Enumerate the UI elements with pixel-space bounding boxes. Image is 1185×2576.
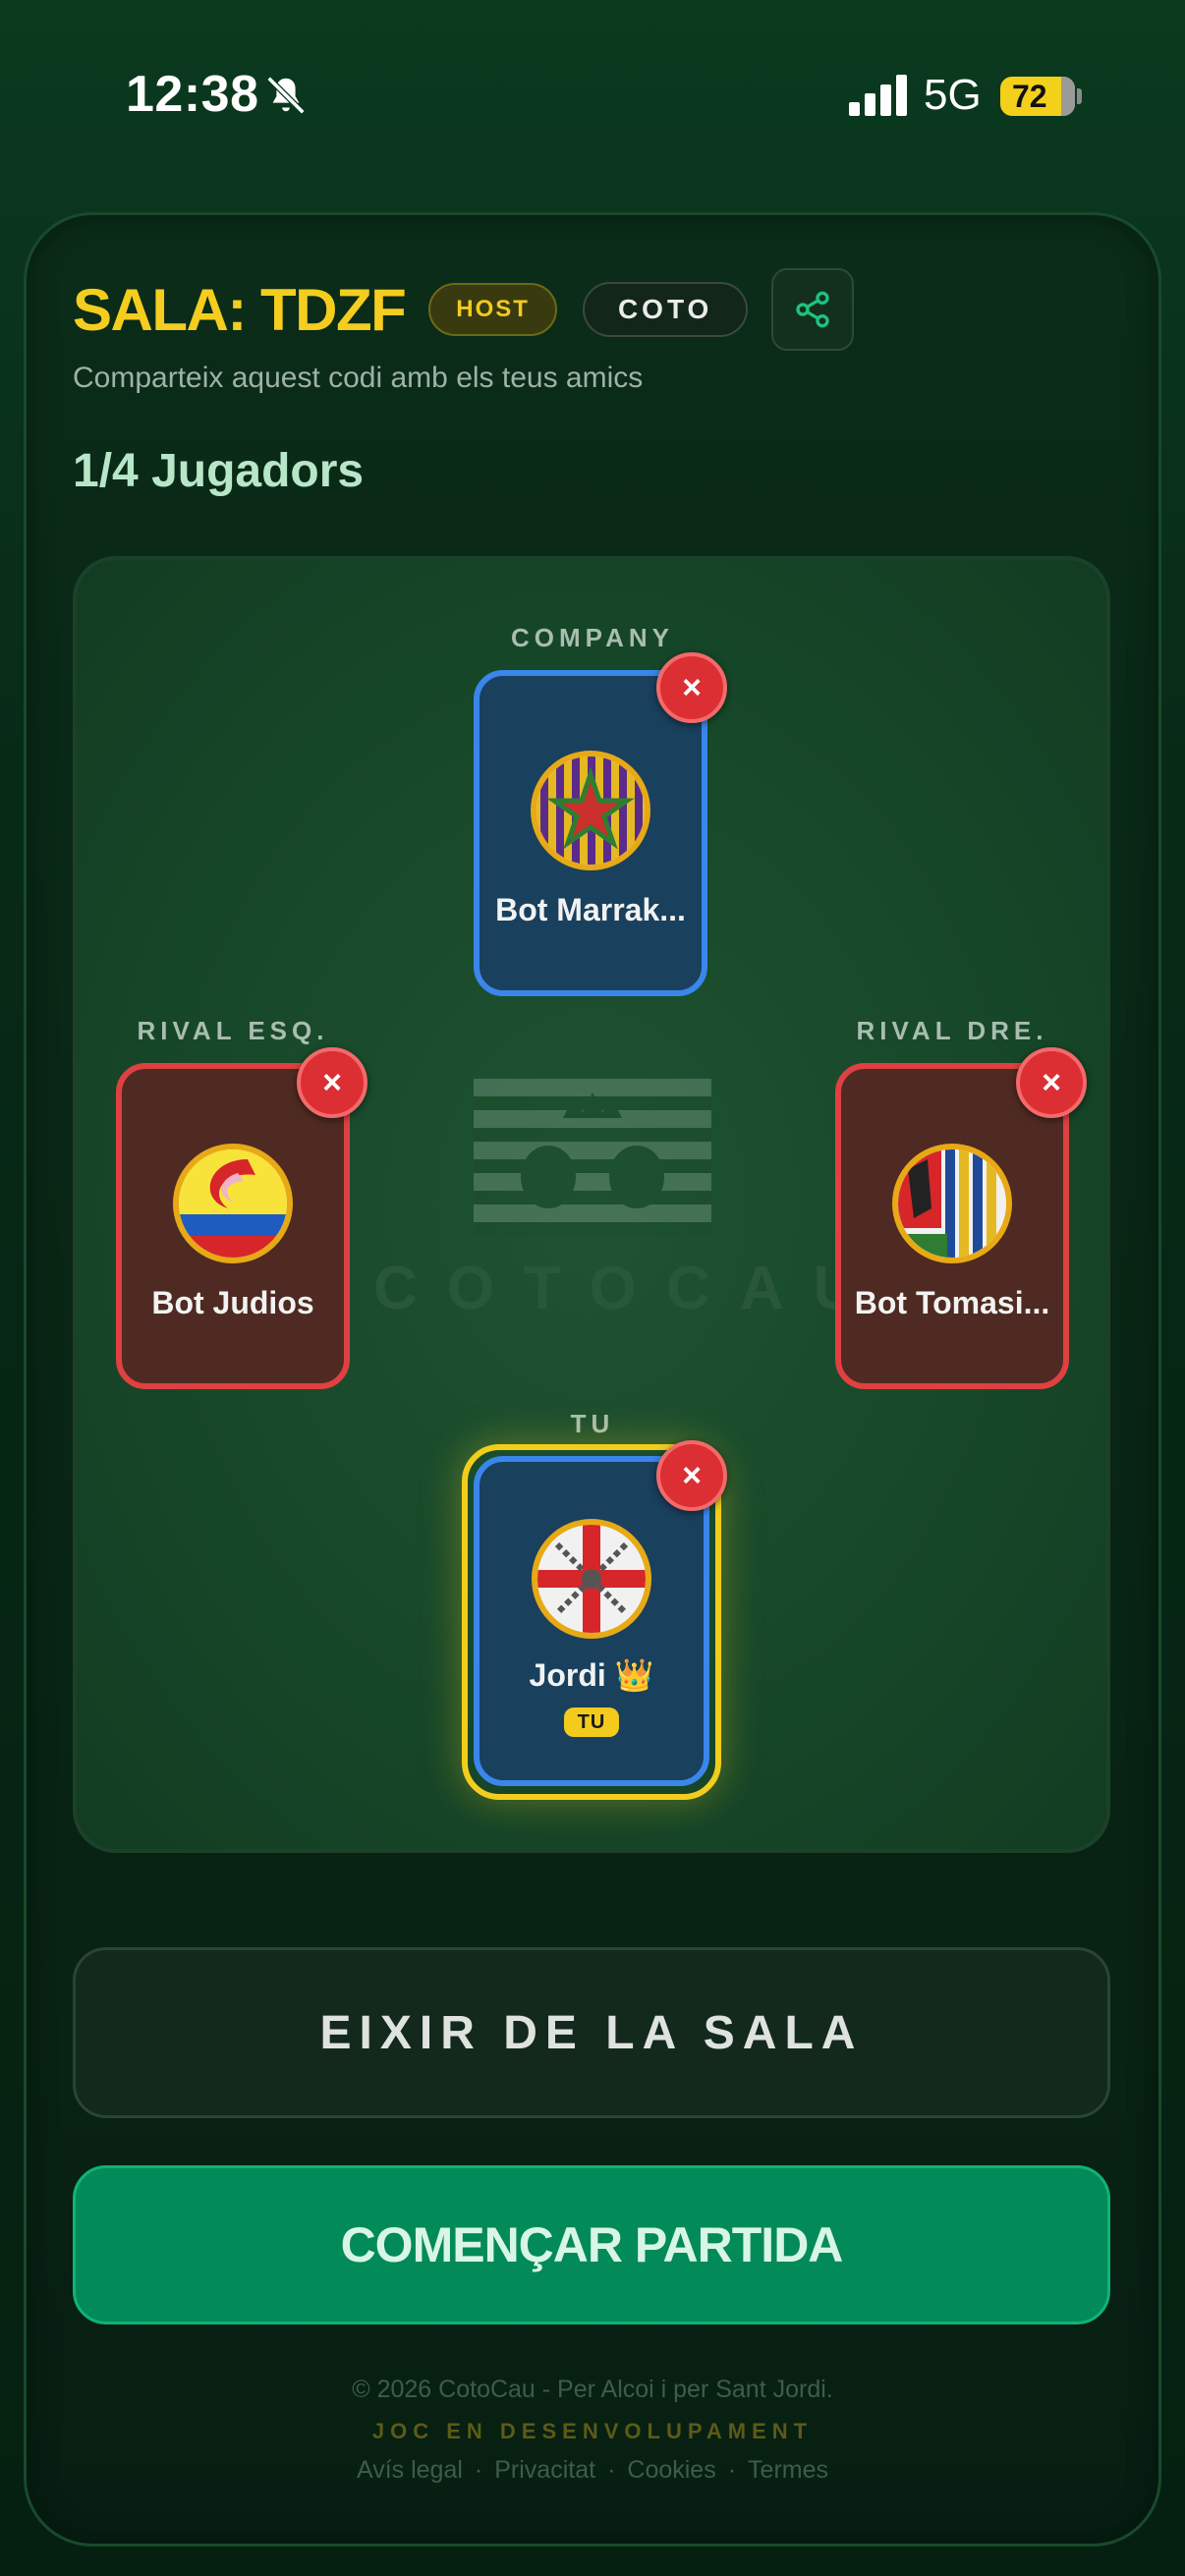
player-name: Jordi 👑: [529, 1657, 654, 1693]
room-header: SALA: TDZF HOST COTO: [73, 268, 855, 351]
player-card-top[interactable]: Bot Marrak...: [474, 670, 707, 996]
tomasinas-crest-icon: [898, 1149, 1006, 1258]
network-type: 5G: [924, 71, 982, 119]
room-title: SALA: TDZF: [73, 276, 407, 343]
battery-icon: 72: [1000, 77, 1075, 116]
host-badge: HOST: [428, 283, 557, 336]
battery-level: 72: [1012, 79, 1047, 114]
share-button[interactable]: [771, 268, 855, 351]
seat-label-right: RIVAL DRE.: [856, 1016, 1048, 1045]
remove-player-button[interactable]: ×: [656, 1440, 727, 1511]
terms-link[interactable]: Termes: [748, 2456, 828, 2484]
you-badge: TU: [563, 1708, 620, 1737]
game-mode-badge: COTO: [582, 282, 749, 337]
player-avatar: [531, 751, 650, 870]
start-game-button[interactable]: COMENÇAR PARTIDA: [73, 2165, 1110, 2324]
player-name: Bot Marrak...: [495, 892, 686, 927]
battery-tip: [1077, 88, 1082, 104]
judios-crest-icon: [179, 1149, 287, 1258]
morocco-crest-icon: [536, 756, 645, 865]
privacy-link[interactable]: Privacitat: [494, 2456, 595, 2484]
footer-separator: ·: [474, 2456, 483, 2484]
remove-player-button[interactable]: ×: [656, 652, 727, 723]
table-watermark: COTOCAU: [373, 1255, 887, 1322]
seat-label-top: COMPANY: [511, 623, 674, 652]
bell-slash-icon: [266, 76, 306, 115]
room-subtitle: Comparteix aquest codi amb els teus amic…: [73, 362, 644, 394]
footer-copyright: © 2026 CotoCau - Per Alcoi i per Sant Jo…: [352, 2376, 833, 2403]
footer-links: Avís legal · Privacitat · Cookies · Termes: [0, 2456, 1185, 2485]
cookies-link[interactable]: Cookies: [627, 2456, 715, 2484]
footer-separator: ·: [607, 2456, 616, 2484]
seat-label-bottom: TU: [570, 1409, 615, 1438]
player-name: Bot Tomasi...: [854, 1285, 1050, 1320]
legal-link[interactable]: Avís legal: [357, 2456, 463, 2484]
player-avatar: [892, 1144, 1012, 1263]
player-avatar: [173, 1144, 293, 1263]
share-icon: [796, 291, 829, 328]
remove-player-button[interactable]: ×: [297, 1047, 367, 1118]
status-time: 12:38: [126, 66, 259, 123]
leave-room-button[interactable]: EIXIR DE LA SALA: [73, 1947, 1110, 2118]
players-count: 1/4 Jugadors: [73, 445, 365, 497]
player-avatar: [532, 1519, 651, 1639]
signal-icon: [849, 75, 907, 116]
sant-jordi-crest-icon: [537, 1525, 646, 1633]
status-bar: 12:38 5G 72: [0, 0, 1185, 196]
footer-dev-notice: JOC EN DESENVOLUPAMENT: [371, 2419, 814, 2443]
cotocau-crest-icon: [474, 1079, 711, 1236]
footer-separator: ·: [727, 2456, 737, 2484]
player-name: Bot Judios: [151, 1285, 314, 1320]
seat-label-left: RIVAL ESQ.: [137, 1016, 329, 1045]
remove-player-button[interactable]: ×: [1016, 1047, 1087, 1118]
